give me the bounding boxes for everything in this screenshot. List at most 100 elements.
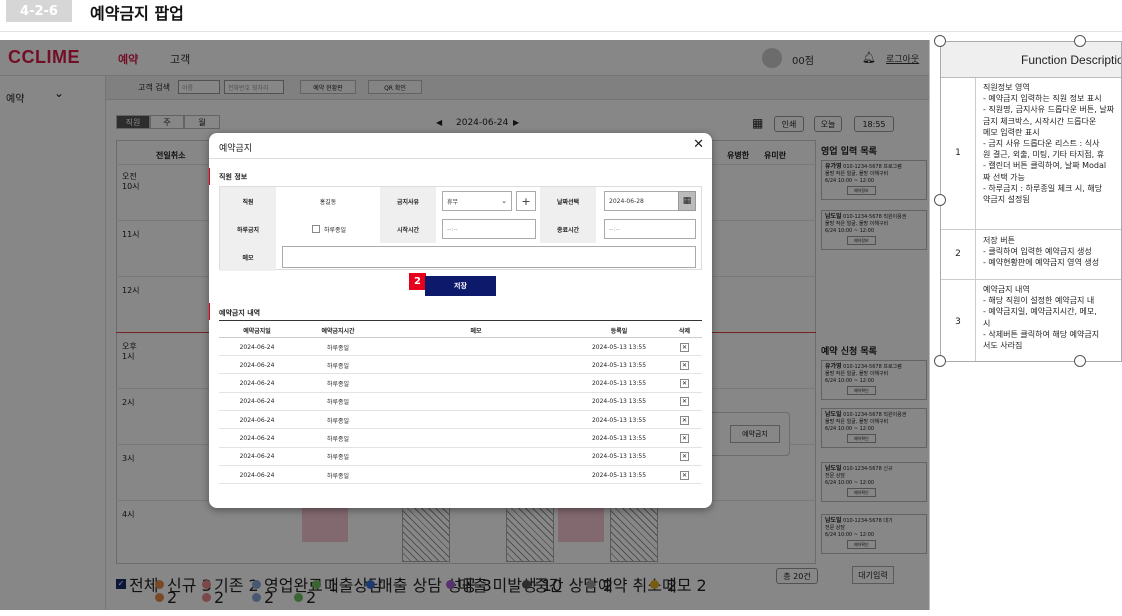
table-row: 2024-06-24 하루종일 2024-05-13 13:55 ✕ bbox=[219, 466, 702, 485]
table-cell: 2024-06-24 bbox=[239, 361, 275, 369]
spec-row-number: 2 bbox=[955, 249, 961, 259]
date-label: 날짜선택 bbox=[540, 187, 596, 215]
delete-cell: ✕ bbox=[667, 411, 702, 429]
delete-cell: ✕ bbox=[667, 448, 702, 466]
delete-cell: ✕ bbox=[667, 338, 702, 356]
add-reason-button[interactable]: + bbox=[516, 191, 536, 211]
divider bbox=[0, 31, 1122, 32]
spec-row-text: 직원정보 영역 - 예약금지 입력하는 직원 정보 표시 - 직원명, 금지사유… bbox=[983, 83, 1115, 205]
reason-select[interactable]: 휴무 ⌄ bbox=[442, 191, 512, 211]
resize-handle[interactable] bbox=[934, 355, 946, 367]
spec-row: 3 예약금지 내역 - 해당 직원이 설정한 예약금지 내 - 예약금지일, 예… bbox=[941, 280, 1121, 361]
delete-icon[interactable]: ✕ bbox=[680, 379, 689, 389]
table-cell bbox=[381, 338, 571, 356]
delete-icon[interactable]: ✕ bbox=[680, 452, 689, 462]
table-cell: 2024-06-24 bbox=[239, 380, 275, 388]
function-description-panel: Function Description 1 직원정보 영역 - 예약금지 입력… bbox=[940, 41, 1122, 362]
delete-icon[interactable]: ✕ bbox=[680, 342, 689, 352]
table-cell: 2024-05-13 13:55 bbox=[591, 398, 647, 406]
table-row: 2024-06-24 하루종일 2024-05-13 13:55 ✕ bbox=[219, 338, 702, 356]
table-cell: 하루종일 bbox=[326, 362, 350, 370]
memo-textarea[interactable] bbox=[282, 246, 696, 268]
column-header: 삭제 bbox=[678, 327, 691, 335]
table-cell bbox=[381, 448, 571, 466]
chevron-down-icon: ⌄ bbox=[501, 197, 507, 205]
start-time-input[interactable]: --:-- bbox=[442, 219, 536, 239]
column-header: 예약금지시간 bbox=[321, 327, 355, 335]
table-cell bbox=[381, 375, 571, 393]
allday-label: 하루금지 bbox=[220, 215, 276, 243]
table-cell: 2024-06-24 bbox=[239, 453, 275, 461]
page-title: 예약금지 팝업 bbox=[90, 4, 184, 23]
table-cell: 하루종일 bbox=[326, 472, 350, 480]
resize-handle[interactable] bbox=[1074, 355, 1086, 367]
table-row: 2024-06-24 하루종일 2024-05-13 13:55 ✕ bbox=[219, 356, 702, 375]
delete-icon[interactable]: ✕ bbox=[680, 397, 689, 407]
table-cell bbox=[381, 430, 571, 448]
table-cell bbox=[381, 466, 571, 484]
spec-row-number: 3 bbox=[955, 317, 961, 327]
staff-label: 직원 bbox=[220, 187, 276, 215]
delete-icon[interactable]: ✕ bbox=[680, 470, 689, 480]
spec-header: Function Description bbox=[941, 42, 1122, 78]
table-cell: 하루종일 bbox=[326, 417, 350, 425]
table-cell: 2024-06-24 bbox=[239, 398, 275, 406]
save-button[interactable]: 저장 bbox=[425, 276, 496, 296]
resize-handle[interactable] bbox=[934, 35, 946, 47]
table-cell: 2024-06-24 bbox=[239, 343, 275, 351]
column-header: 예약금지일 bbox=[243, 327, 271, 335]
history-title: 예약금지 내역 bbox=[219, 309, 261, 317]
table-row: 2024-06-24 하루종일 2024-05-13 13:55 ✕ bbox=[219, 375, 702, 393]
reason-label: 금지사유 bbox=[380, 187, 436, 215]
memo-label: 메모 bbox=[220, 243, 276, 271]
calendar-icon[interactable]: ▦ bbox=[678, 191, 696, 211]
staff-name: 홍길동 bbox=[319, 198, 337, 206]
close-icon[interactable]: ✕ bbox=[693, 138, 704, 151]
screen: { "header": {"section": "4-2-6", "title"… bbox=[0, 0, 1122, 616]
table-cell: 2024-06-24 bbox=[239, 471, 275, 479]
column-header: 등록일 bbox=[610, 327, 628, 335]
table-cell: 2024-05-13 13:55 bbox=[591, 453, 647, 461]
spec-row: 1 직원정보 영역 - 예약금지 입력하는 직원 정보 표시 - 직원명, 금지… bbox=[941, 78, 1121, 230]
spec-row-text: 예약금지 내역 - 해당 직원이 설정한 예약금지 내 - 예약금지일, 예약금… bbox=[983, 285, 1100, 351]
table-cell: 2024-05-13 13:55 bbox=[591, 471, 647, 479]
table-cell: 2024-05-13 13:55 bbox=[591, 435, 647, 442]
table-cell: 하루종일 bbox=[326, 381, 350, 389]
staff-info-title: 직원 정보 bbox=[219, 173, 248, 181]
allday-checkbox-label: 하루종일 bbox=[324, 226, 347, 234]
table-cell: 하루종일 bbox=[326, 399, 350, 407]
marker-badge: 1 bbox=[209, 168, 210, 185]
spec-row-number: 1 bbox=[955, 148, 961, 158]
table-cell: 2024-06-24 bbox=[239, 435, 275, 442]
block-reservation-modal: 예약금지 ✕ 1 직원 정보 직원 홍길동 금지사유 휴무 ⌄ + 날짜선택 20… bbox=[209, 133, 712, 508]
resize-handle[interactable] bbox=[934, 194, 946, 206]
spec-row-text: 저장 버튼 - 클릭하여 입력한 예약금지 생성 - 예약현황판에 예약금지 영… bbox=[983, 236, 1100, 268]
table-cell: 하루종일 bbox=[326, 454, 350, 462]
end-time-input[interactable]: --:-- bbox=[604, 219, 696, 239]
reason-value: 휴무 bbox=[447, 198, 459, 206]
table-cell bbox=[381, 393, 571, 411]
end-time-label: 종료시간 bbox=[540, 215, 596, 243]
checkbox-icon[interactable] bbox=[312, 225, 320, 233]
delete-icon[interactable]: ✕ bbox=[680, 434, 689, 443]
table-cell bbox=[381, 356, 571, 374]
delete-icon[interactable]: ✕ bbox=[680, 415, 689, 425]
delete-icon[interactable]: ✕ bbox=[680, 360, 689, 370]
table-cell: 2024-05-13 13:55 bbox=[591, 380, 647, 388]
start-time-label: 시작시간 bbox=[380, 215, 436, 243]
table-cell: 2024-05-13 13:55 bbox=[591, 361, 647, 369]
delete-cell: ✕ bbox=[667, 430, 702, 448]
resize-handle[interactable] bbox=[1074, 35, 1086, 47]
table-row: 2024-06-24 하루종일 2024-05-13 13:55 ✕ bbox=[219, 448, 702, 466]
spec-title: Function Description bbox=[1021, 53, 1122, 67]
modal-header: 예약금지 ✕ bbox=[209, 133, 712, 159]
divider bbox=[975, 78, 976, 361]
table-row: 2024-06-24 하루종일 2024-05-13 13:55 ✕ bbox=[219, 393, 702, 411]
table-cell: 하루종일 bbox=[326, 344, 350, 352]
table-cell: 2024-05-13 13:55 bbox=[591, 343, 647, 351]
column-header: 메모 bbox=[470, 327, 482, 335]
delete-cell: ✕ bbox=[667, 393, 702, 411]
allday-checkbox[interactable]: 하루종일 bbox=[312, 215, 346, 243]
delete-cell: ✕ bbox=[667, 356, 702, 374]
modal-title: 예약금지 bbox=[219, 144, 253, 154]
